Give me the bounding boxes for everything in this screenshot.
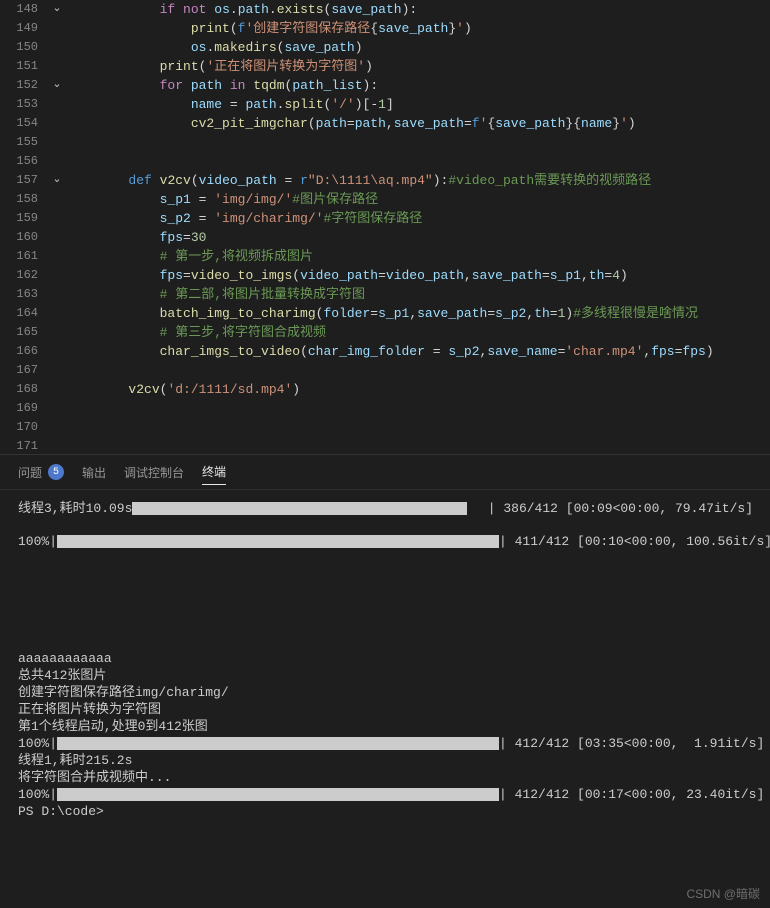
problems-count-badge: 5: [48, 464, 64, 480]
progress-line: 100%|| 412/412 [00:17<00:00, 23.40it/s]: [18, 786, 753, 803]
progress-bar: [57, 737, 499, 750]
progress-label: 线程3,耗时10.09s: [18, 500, 132, 517]
line-number-gutter: 1481491501511521531541551561571581591601…: [0, 0, 48, 454]
progress-stats: | 411/412 [00:10<00:00, 100.56it/s]: [499, 533, 770, 550]
code-editor[interactable]: 1481491501511521531541551561571581591601…: [0, 0, 770, 454]
tab-problems[interactable]: 问题 5: [18, 464, 64, 481]
terminal-line: 第1个线程启动,处理0到412张图: [18, 718, 752, 735]
progress-bar: [132, 502, 467, 515]
progress-line: 线程3,耗时10.09s | 386/412 [00:09<00:00, 79.4…: [18, 500, 753, 517]
terminal-output[interactable]: 线程3,耗时10.09s | 386/412 [00:09<00:00, 79.4…: [0, 490, 770, 908]
terminal-line: 总共412张图片: [18, 667, 752, 684]
progress-label: 100%|: [18, 786, 57, 803]
fold-chevron-icon[interactable]: ⌄: [52, 79, 61, 91]
panel-tabs: 问题 5 输出 调试控制台 终端: [0, 455, 770, 490]
tab-output[interactable]: 输出: [82, 464, 106, 481]
fold-chevron-icon[interactable]: ⌄: [52, 174, 61, 186]
terminal-line: 线程1,耗时215.2s: [18, 752, 752, 769]
progress-bar: [57, 535, 499, 548]
progress-stats: | 412/412 [00:17<00:00, 23.40it/s]: [499, 786, 764, 803]
bottom-panel: 问题 5 输出 调试控制台 终端 线程3,耗时10.09s | 386/412 […: [0, 454, 770, 908]
watermark: CSDN @暗碳: [686, 885, 760, 902]
progress-label: 100%|: [18, 533, 57, 550]
terminal-line: aaaaaaaaaaaa: [18, 650, 752, 667]
progress-bar: [57, 788, 499, 801]
code-area[interactable]: if not os.path.exists(save_path): print(…: [66, 0, 770, 454]
terminal-line: PS D:\code>: [18, 803, 752, 820]
progress-stats: | 412/412 [03:35<00:00, 1.91it/s]: [499, 735, 764, 752]
terminal-line: 创建字符图保存路径img/charimg/: [18, 684, 752, 701]
progress-stats: | 386/412 [00:09<00:00, 79.47it/s]: [488, 500, 753, 517]
progress-line: 100%|| 411/412 [00:10<00:00, 100.56it/s]: [18, 533, 753, 550]
progress-label: 100%|: [18, 735, 57, 752]
terminal-line: 正在将图片转换为字符图: [18, 701, 752, 718]
fold-column[interactable]: ⌄ ⌄ ⌄: [48, 0, 66, 454]
tab-problems-label: 问题: [18, 464, 42, 481]
fold-chevron-icon[interactable]: ⌄: [52, 3, 61, 15]
tab-debug-console[interactable]: 调试控制台: [124, 464, 184, 481]
tab-terminal[interactable]: 终端: [202, 463, 226, 485]
terminal-line: 将字符图合并成视频中...: [18, 769, 752, 786]
progress-line: 100%|| 412/412 [03:35<00:00, 1.91it/s]: [18, 735, 753, 752]
